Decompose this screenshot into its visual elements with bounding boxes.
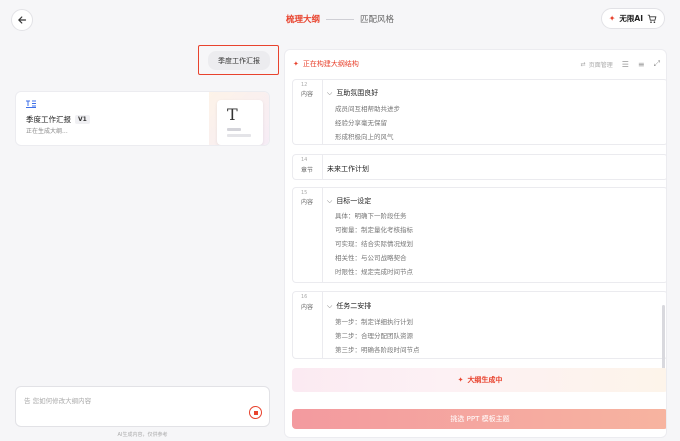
chevron-down-icon[interactable]: ⌵ <box>327 197 332 206</box>
expand-icon[interactable]: ⤢ <box>654 59 660 69</box>
user-message-bubble: 季度工作汇报 <box>208 51 270 70</box>
outline-block[interactable]: 16 内容 ⌵ 任务二安排 第一步：制定详细执行计划 第二步：合理分配团队资源 … <box>292 291 666 359</box>
block-heading: ⌵ 互助氛围良好 <box>327 88 378 98</box>
block-line: 成员间互相帮助共进步 <box>335 105 400 113</box>
block-heading: 未来工作计划 <box>327 164 369 174</box>
chat-input-placeholder: 告 您如何修改大纲内容 <box>24 397 92 405</box>
block-number: 15 <box>301 190 308 196</box>
block-heading: ⌵ 任务二安排 <box>327 301 371 311</box>
list-view-icon[interactable]: ≡ <box>638 60 645 69</box>
thumbnail-line <box>227 134 251 137</box>
block-line: 可实现：结合实际情况规划 <box>335 240 413 248</box>
page-manage-button[interactable]: ⇄ 页面管理 <box>581 60 613 69</box>
chevron-down-icon[interactable]: ⌵ <box>327 89 332 98</box>
block-tag: 章节 <box>300 167 313 174</box>
cart-icon <box>647 14 657 23</box>
step-style[interactable]: 匹配风格 <box>360 15 394 25</box>
block-number: 14 <box>301 157 308 163</box>
version-badge: V1 <box>75 115 90 124</box>
swap-icon: ⇄ <box>580 60 586 68</box>
block-divider <box>322 155 323 179</box>
choose-template-button[interactable]: 挑选 PPT 模板主题 <box>292 409 666 429</box>
step-divider <box>326 19 354 20</box>
thumbnail-letter: T <box>227 105 238 124</box>
collapse-all-icon[interactable]: ☰ <box>622 60 629 69</box>
block-line: 可衡量：制定量化考核指标 <box>335 226 413 234</box>
generating-label: 大纲生成中 <box>467 376 503 384</box>
vip-label: 无限AI <box>619 14 643 23</box>
outline-doc-card[interactable]: 季度工作汇报 V1 正在生成大纲... T <box>15 91 270 146</box>
outline-status: ✦ 正在构建大纲结构 <box>293 59 359 69</box>
heading-text: 未来工作计划 <box>327 165 369 173</box>
block-number: 16 <box>301 294 308 300</box>
stop-generation-button[interactable] <box>249 406 262 419</box>
block-line: 时限性：规定完成时间节点 <box>335 268 413 276</box>
block-line: 第三步：明确各阶段时间节点 <box>335 346 420 354</box>
sparkle-icon: ✦ <box>457 376 464 384</box>
block-divider <box>322 80 323 144</box>
outline-doc-icon <box>26 100 36 110</box>
block-divider <box>322 292 323 358</box>
block-line: 经验分享毫无保留 <box>335 119 387 127</box>
block-divider <box>322 188 323 282</box>
block-tag: 内容 <box>300 199 313 206</box>
step-indicator: 梳理大纲 匹配风格 <box>0 13 680 25</box>
sparkle-icon: ✦ <box>608 14 616 23</box>
block-line: 第一步：制定详细执行计划 <box>335 318 413 326</box>
thumbnail-line <box>227 128 241 131</box>
block-line: 具体：明确下一阶段任务 <box>335 212 407 220</box>
chevron-down-icon[interactable]: ⌵ <box>327 302 332 311</box>
heading-text: 目标一设定 <box>336 197 372 205</box>
outline-toolbar: ⇄ 页面管理 ☰ ≡ ⤢ <box>581 59 660 69</box>
outline-status-label: 正在构建大纲结构 <box>302 60 359 68</box>
block-tag: 内容 <box>300 304 313 311</box>
doc-card-status: 正在生成大纲... <box>26 128 68 135</box>
sparkle-icon: ✦ <box>293 60 299 68</box>
stop-icon <box>253 410 258 415</box>
block-line: 形成积极向上的风气 <box>335 133 394 141</box>
vip-button[interactable]: ✦ 无限AI <box>600 8 665 29</box>
outline-panel: ✦ 正在构建大纲结构 ⇄ 页面管理 ☰ ≡ ⤢ 12 内容 ⌵ 互助氛围良好 成… <box>284 49 667 438</box>
generating-indicator: ✦ 大纲生成中 <box>292 368 666 392</box>
step-outline[interactable]: 梳理大纲 <box>286 15 320 25</box>
block-tag: 内容 <box>300 91 313 98</box>
block-line: 第二步：合理分配团队资源 <box>335 332 413 340</box>
block-heading: ⌵ 目标一设定 <box>327 196 371 206</box>
outline-block[interactable]: 14 章节 未来工作计划 <box>292 154 666 180</box>
block-line: 相关性：与公司战略契合 <box>335 254 407 262</box>
ai-disclaimer: AI生成内容，仅供参考 <box>117 432 168 438</box>
chat-input[interactable]: 告 您如何修改大纲内容 <box>15 386 270 427</box>
heading-text: 互助氛围良好 <box>336 89 379 97</box>
doc-card-title: 季度工作汇报 <box>26 115 71 124</box>
heading-text: 任务二安排 <box>336 302 372 310</box>
block-number: 12 <box>301 82 308 88</box>
doc-thumbnail: T <box>217 100 263 145</box>
outline-block[interactable]: 12 内容 ⌵ 互助氛围良好 成员间互相帮助共进步 经验分享毫无保留 形成积极向… <box>292 79 666 145</box>
page-manage-label: 页面管理 <box>588 61 613 69</box>
outline-block[interactable]: 15 内容 ⌵ 目标一设定 具体：明确下一阶段任务 可衡量：制定量化考核指标 可… <box>292 187 666 283</box>
